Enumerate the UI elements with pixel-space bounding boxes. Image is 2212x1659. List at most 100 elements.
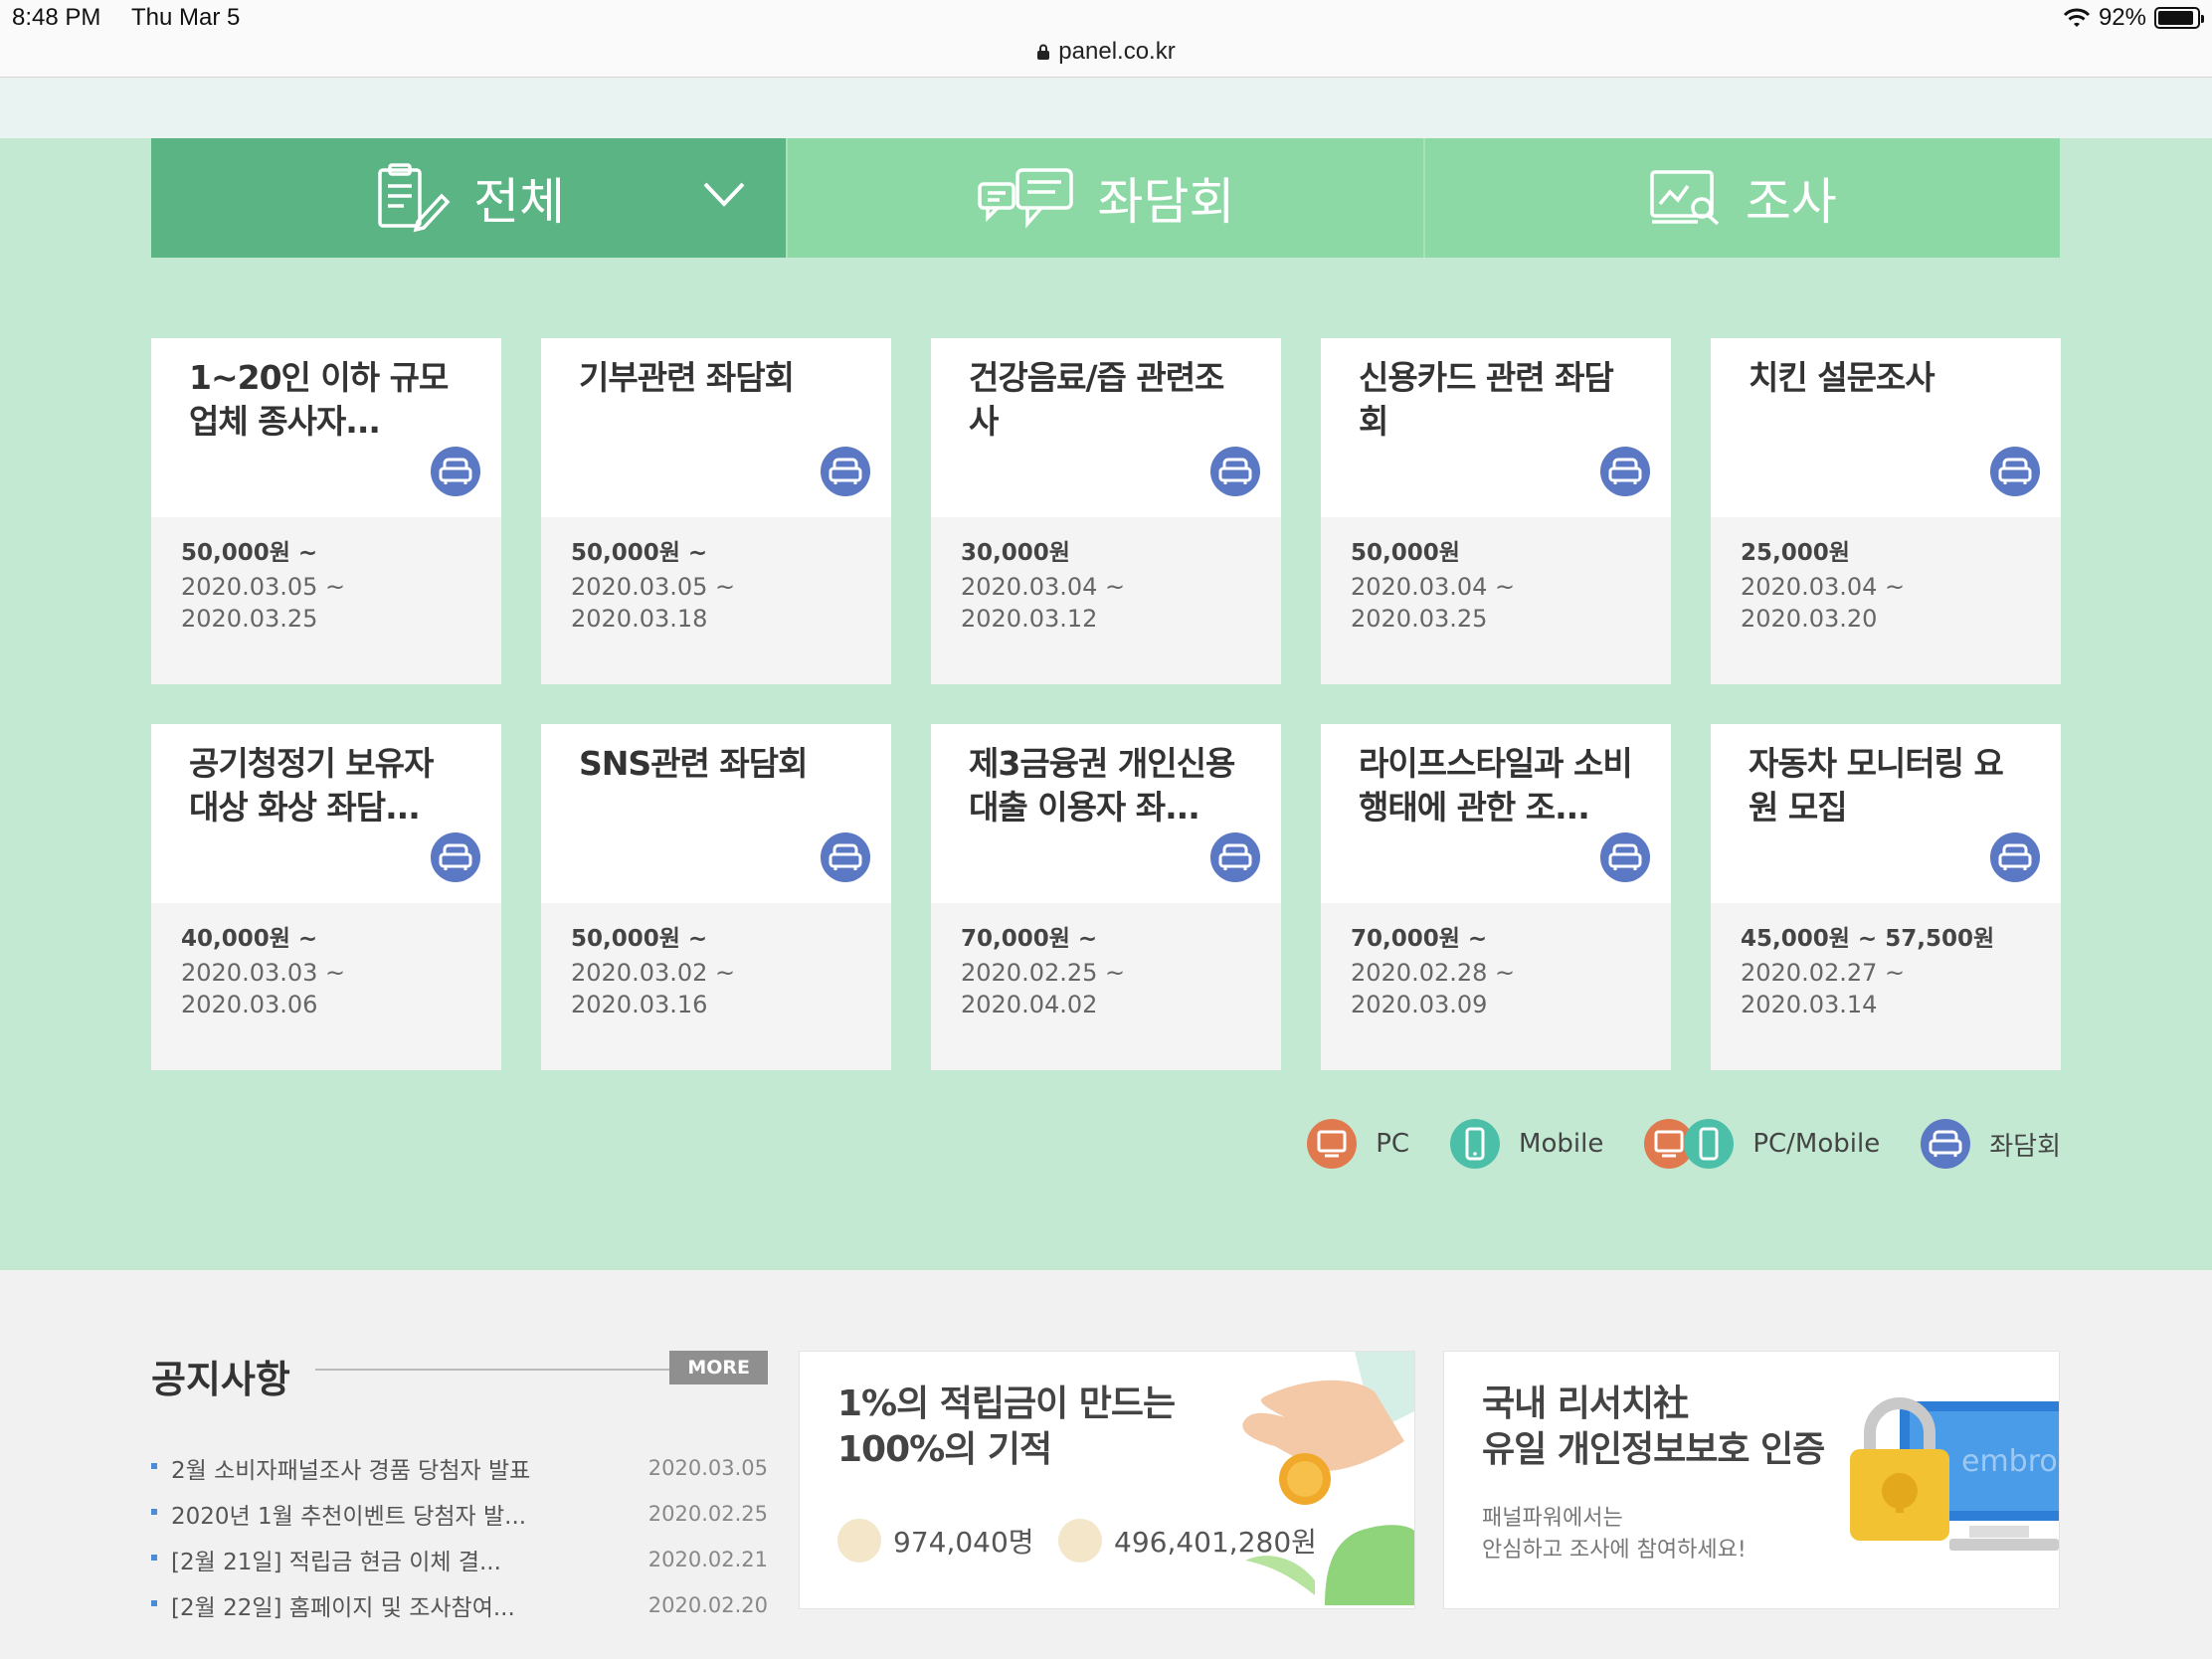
tab-all-label: 전체 bbox=[473, 173, 566, 231]
survey-card[interactable]: 신용카드 관련 좌담회 50,000원 2020.03.04 ~ 2020.03.2… bbox=[1321, 338, 1671, 684]
notice-item[interactable]: [2월 22일] 홈페이지 및 조사참여... 2020.02.20 bbox=[151, 1582, 768, 1628]
survey-card-title[interactable]: 공기청정기 보유자 대상 화상 좌담... bbox=[189, 742, 465, 830]
members-count: 974,040명 bbox=[893, 1526, 1034, 1559]
survey-card-reward: 40,000원 ~ bbox=[181, 926, 318, 952]
survey-card-header[interactable]: 신용카드 관련 좌담회 bbox=[1321, 338, 1671, 517]
monitor-screen-text: embro bbox=[1961, 1444, 2058, 1479]
lock-icon bbox=[1037, 44, 1050, 60]
survey-card-info: 45,000원 ~ 57,500원 2020.02.27 ~ 2020.03.14 bbox=[1711, 903, 2061, 1020]
survey-card-title[interactable]: 1~20인 이하 규모 업체 종사자... bbox=[189, 356, 465, 444]
legend-pc: PC bbox=[1306, 1118, 1409, 1170]
privacy-banner-line1: 국내 리서치社 bbox=[1482, 1383, 1689, 1424]
notice-item-date: 2020.02.20 bbox=[647, 1593, 768, 1617]
mobile-icon bbox=[1450, 1119, 1501, 1169]
survey-card-header[interactable]: 기부관련 좌담회 bbox=[541, 338, 891, 517]
survey-card-title[interactable]: 기부관련 좌담회 bbox=[579, 356, 855, 400]
more-button[interactable]: MORE bbox=[669, 1351, 768, 1384]
survey-card-reward: 30,000원 bbox=[961, 540, 1070, 566]
points-total: 496,401,280원 bbox=[1114, 1526, 1317, 1559]
status-time: 8:48 PM bbox=[12, 4, 101, 31]
sofa-icon bbox=[1599, 831, 1651, 883]
survey-card-period: 2020.03.03 ~ 2020.03.06 bbox=[181, 959, 346, 1018]
survey-card[interactable]: 공기청정기 보유자 대상 화상 좌담... 40,000원 ~ 2020.03.03… bbox=[151, 724, 501, 1070]
survey-card-info: 30,000원 2020.03.04 ~ 2020.03.12 bbox=[931, 517, 1281, 635]
survey-card[interactable]: 기부관련 좌담회 50,000원 ~ 2020.03.05 ~ 2020.03.18 bbox=[541, 338, 891, 684]
survey-card-info: 50,000원 ~ 2020.03.02 ~ 2020.03.16 bbox=[541, 903, 891, 1020]
survey-card-info: 50,000원 ~ 2020.03.05 ~ 2020.03.18 bbox=[541, 517, 891, 635]
notice-item-title[interactable]: [2월 21일] 적립금 현금 이체 결... bbox=[151, 1543, 501, 1576]
survey-card-header[interactable]: 라이프스타일과 소비행태에 관한 조... bbox=[1321, 724, 1671, 903]
survey-card-period: 2020.03.05 ~ 2020.03.18 bbox=[571, 573, 736, 633]
survey-card-header[interactable]: 공기청정기 보유자 대상 화상 좌담... bbox=[151, 724, 501, 903]
legend-discussion: 좌담회 bbox=[1920, 1118, 2061, 1170]
survey-card-reward: 25,000원 bbox=[1741, 540, 1850, 566]
survey-card-period: 2020.03.04 ~ 2020.03.20 bbox=[1741, 573, 1906, 633]
survey-card-title[interactable]: SNS관련 좌담회 bbox=[579, 742, 855, 786]
sofa-icon bbox=[1209, 446, 1261, 497]
survey-card-header[interactable]: 치킨 설문조사 bbox=[1711, 338, 2061, 517]
privacy-banner-sub1: 패널파워에서는 bbox=[1482, 1506, 1623, 1531]
survey-card-header[interactable]: 1~20인 이하 규모 업체 종사자... bbox=[151, 338, 501, 517]
survey-card-title[interactable]: 라이프스타일과 소비행태에 관한 조... bbox=[1359, 742, 1635, 830]
status-right: 92% bbox=[2063, 4, 2204, 32]
survey-card-header[interactable]: 건강음료/즙 관련조사 bbox=[931, 338, 1281, 517]
survey-card-header[interactable]: SNS관련 좌담회 bbox=[541, 724, 891, 903]
tab-discussion[interactable]: 좌담회 bbox=[786, 138, 1423, 258]
sofa-icon bbox=[1989, 831, 2041, 883]
tab-discussion-label: 좌담회 bbox=[1097, 173, 1235, 231]
privacy-banner-sub: 패널파워에서는 안심하고 조사에 참여하세요! bbox=[1482, 1503, 1747, 1567]
survey-card-reward: 50,000원 bbox=[1351, 540, 1460, 566]
battery-percent: 92% bbox=[2098, 4, 2146, 31]
survey-card-period: 2020.03.04 ~ 2020.03.12 bbox=[961, 573, 1126, 633]
survey-card[interactable]: 라이프스타일과 소비행태에 관한 조... 70,000원 ~ 2020.02.28… bbox=[1321, 724, 1671, 1070]
notice-item[interactable]: 2020년 1월 추천이벤트 당첨자 발... 2020.02.25 bbox=[151, 1491, 768, 1537]
survey-card[interactable]: 제3금융권 개인신용대출 이용자 좌... 70,000원 ~ 2020.02.25… bbox=[931, 724, 1281, 1070]
survey-card-info: 50,000원 2020.03.04 ~ 2020.03.25 bbox=[1321, 517, 1671, 635]
survey-card-period: 2020.02.25 ~ 2020.04.02 bbox=[961, 959, 1126, 1018]
survey-card-title[interactable]: 자동차 모니터링 요원 모집 bbox=[1749, 742, 2025, 830]
survey-card-header[interactable]: 자동차 모니터링 요원 모집 bbox=[1711, 724, 2061, 903]
legend-discussion-label: 좌담회 bbox=[1989, 1131, 2061, 1162]
notice-item-title[interactable]: 2020년 1월 추천이벤트 당첨자 발... bbox=[151, 1497, 526, 1531]
notice-divider bbox=[315, 1369, 673, 1371]
address-bar[interactable]: panel.co.kr bbox=[0, 38, 2212, 66]
survey-card[interactable]: 건강음료/즙 관련조사 30,000원 2020.03.04 ~ 2020.03.1… bbox=[931, 338, 1281, 684]
pc-icon bbox=[1307, 1119, 1358, 1169]
sofa-icon bbox=[1599, 446, 1651, 497]
privacy-banner-sub2: 안심하고 조사에 참여하세요! bbox=[1482, 1538, 1747, 1563]
survey-card-title[interactable]: 치킨 설문조사 bbox=[1749, 356, 2025, 400]
sofa-icon bbox=[820, 446, 871, 497]
survey-card[interactable]: 치킨 설문조사 25,000원 2020.03.04 ~ 2020.03.20 bbox=[1711, 338, 2061, 684]
tab-survey[interactable]: 조사 bbox=[1422, 138, 2060, 258]
survey-card-period: 2020.03.02 ~ 2020.03.16 bbox=[571, 959, 736, 1018]
legend-pc-mobile: PC/Mobile bbox=[1643, 1118, 1880, 1170]
site-header-strip bbox=[0, 79, 2212, 138]
survey-card-reward: 50,000원 ~ bbox=[181, 540, 318, 566]
privacy-banner-heading: 국내 리서치社 유일 개인정보보호 인증 bbox=[1482, 1382, 1825, 1473]
notice-item-title[interactable]: 2월 소비자패널조사 경품 당첨자 발표 bbox=[151, 1451, 530, 1485]
browser-status-bar: 8:48 PM Thu Mar 5 panel.co.kr 92% bbox=[0, 0, 2212, 78]
category-tabs: 전체 좌담회 조사 bbox=[151, 138, 2060, 258]
chart-search-icon bbox=[1650, 170, 1719, 226]
notice-item-title[interactable]: [2월 22일] 홈페이지 및 조사참여... bbox=[151, 1588, 515, 1622]
notice-item-date: 2020.02.25 bbox=[647, 1502, 768, 1526]
survey-card-title[interactable]: 건강음료/즙 관련조사 bbox=[969, 356, 1245, 444]
notice-item[interactable]: 2월 소비자패널조사 경품 당첨자 발표 2020.03.05 bbox=[151, 1445, 768, 1491]
survey-section: 전체 좌담회 조사 1~20인 이하 규모 업체 종사자... 50,000원 ~… bbox=[0, 138, 2212, 1270]
survey-card-title[interactable]: 제3금융권 개인신용대출 이용자 좌... bbox=[969, 742, 1245, 830]
points-stat: 496,401,280원 bbox=[1058, 1519, 1317, 1563]
survey-card[interactable]: SNS관련 좌담회 50,000원 ~ 2020.03.02 ~ 2020.03.1… bbox=[541, 724, 891, 1070]
survey-card-header[interactable]: 제3금융권 개인신용대출 이용자 좌... bbox=[931, 724, 1281, 903]
survey-card[interactable]: 자동차 모니터링 요원 모집 45,000원 ~ 57,500원 2020.02.2… bbox=[1711, 724, 2061, 1070]
battery-icon bbox=[2154, 7, 2204, 29]
survey-card-period: 2020.03.04 ~ 2020.03.25 bbox=[1351, 573, 1516, 633]
survey-card-title[interactable]: 신용카드 관련 좌담회 bbox=[1359, 356, 1635, 444]
chat-bubbles-icon bbox=[978, 168, 1074, 229]
chevron-down-icon[interactable] bbox=[702, 180, 746, 210]
survey-card[interactable]: 1~20인 이하 규모 업체 종사자... 50,000원 ~ 2020.03.05… bbox=[151, 338, 501, 684]
survey-card-reward: 50,000원 ~ bbox=[571, 540, 708, 566]
reward-banner[interactable]: 1%의 적립금이 만드는 100%의 기적 974,040명 496,401,2… bbox=[799, 1351, 1415, 1609]
privacy-banner[interactable]: 국내 리서치社 유일 개인정보보호 인증 패널파워에서는 안심하고 조사에 참여… bbox=[1443, 1351, 2060, 1609]
tab-all[interactable]: 전체 bbox=[151, 138, 787, 258]
notice-item[interactable]: [2월 21일] 적립금 현금 이체 결... 2020.02.21 bbox=[151, 1537, 768, 1582]
